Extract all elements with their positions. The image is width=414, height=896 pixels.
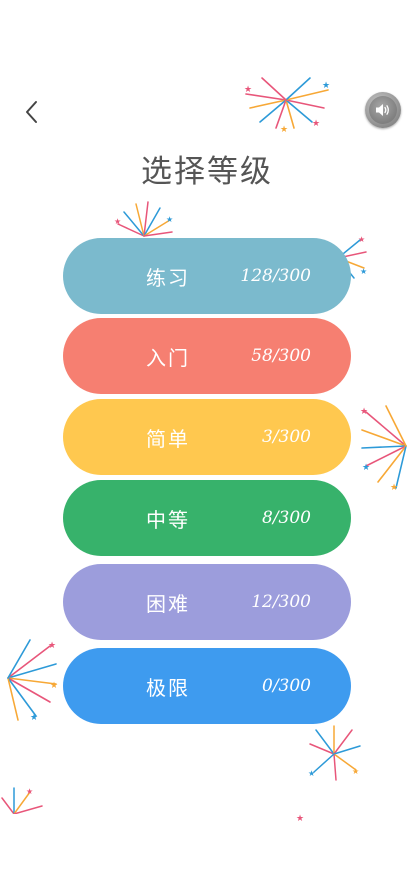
level-name: 困难: [146, 591, 190, 616]
level-name: 简单: [146, 426, 190, 451]
level-progress: 128/300: [240, 266, 311, 286]
svg-text:★: ★: [296, 814, 304, 822]
chevron-left-icon: [26, 101, 37, 123]
level-progress: 8/300: [262, 508, 311, 528]
level-name: 中等: [146, 507, 190, 532]
svg-text:★: ★: [30, 713, 38, 722]
level-button-practice[interactable]: 练习 128/300: [63, 238, 351, 314]
svg-text:★: ★: [352, 767, 359, 776]
svg-text:★: ★: [322, 81, 330, 91]
firework-icon: ★ ★ ★: [7, 639, 58, 722]
level-name: 极限: [146, 675, 190, 700]
svg-text:★: ★: [362, 463, 370, 473]
svg-text:★: ★: [166, 215, 173, 224]
svg-text:★: ★: [114, 217, 121, 226]
svg-text:★: ★: [308, 769, 315, 778]
firework-icon: ★: [1, 787, 43, 814]
level-progress: 12/300: [251, 592, 311, 612]
svg-text:★: ★: [360, 407, 368, 417]
svg-text:★: ★: [50, 681, 58, 691]
firework-icon: ★ ★: [308, 725, 361, 781]
firework-icon: ★ ★ ★ ★: [244, 77, 330, 132]
firework-icon: ★ ★ ★: [360, 405, 407, 492]
level-button-easy[interactable]: 简单 3/300: [63, 399, 351, 475]
speaker-icon: [376, 104, 389, 116]
level-name: 入门: [146, 345, 190, 370]
svg-text:★: ★: [48, 641, 56, 651]
svg-text:★: ★: [360, 267, 367, 276]
level-button-beginner[interactable]: 入门 58/300: [63, 318, 351, 394]
firework-icon: ★ ★: [114, 201, 173, 237]
svg-text:★: ★: [358, 235, 365, 244]
page-title: 选择等级: [141, 154, 273, 190]
svg-text:★: ★: [390, 483, 398, 492]
svg-text:★: ★: [280, 125, 288, 132]
level-button-extreme[interactable]: 极限 0/300: [63, 648, 351, 724]
sound-button[interactable]: [365, 92, 401, 128]
svg-text:★: ★: [312, 119, 320, 129]
svg-text:★: ★: [244, 85, 252, 95]
level-progress: 58/300: [251, 346, 311, 366]
level-progress: 0/300: [262, 676, 311, 696]
level-button-medium[interactable]: 中等 8/300: [63, 480, 351, 556]
svg-text:★: ★: [26, 787, 33, 796]
level-progress: 3/300: [262, 427, 311, 447]
level-button-hard[interactable]: 困难 12/300: [63, 564, 351, 640]
back-button[interactable]: [14, 94, 50, 130]
firework-icon: ★: [296, 814, 304, 822]
